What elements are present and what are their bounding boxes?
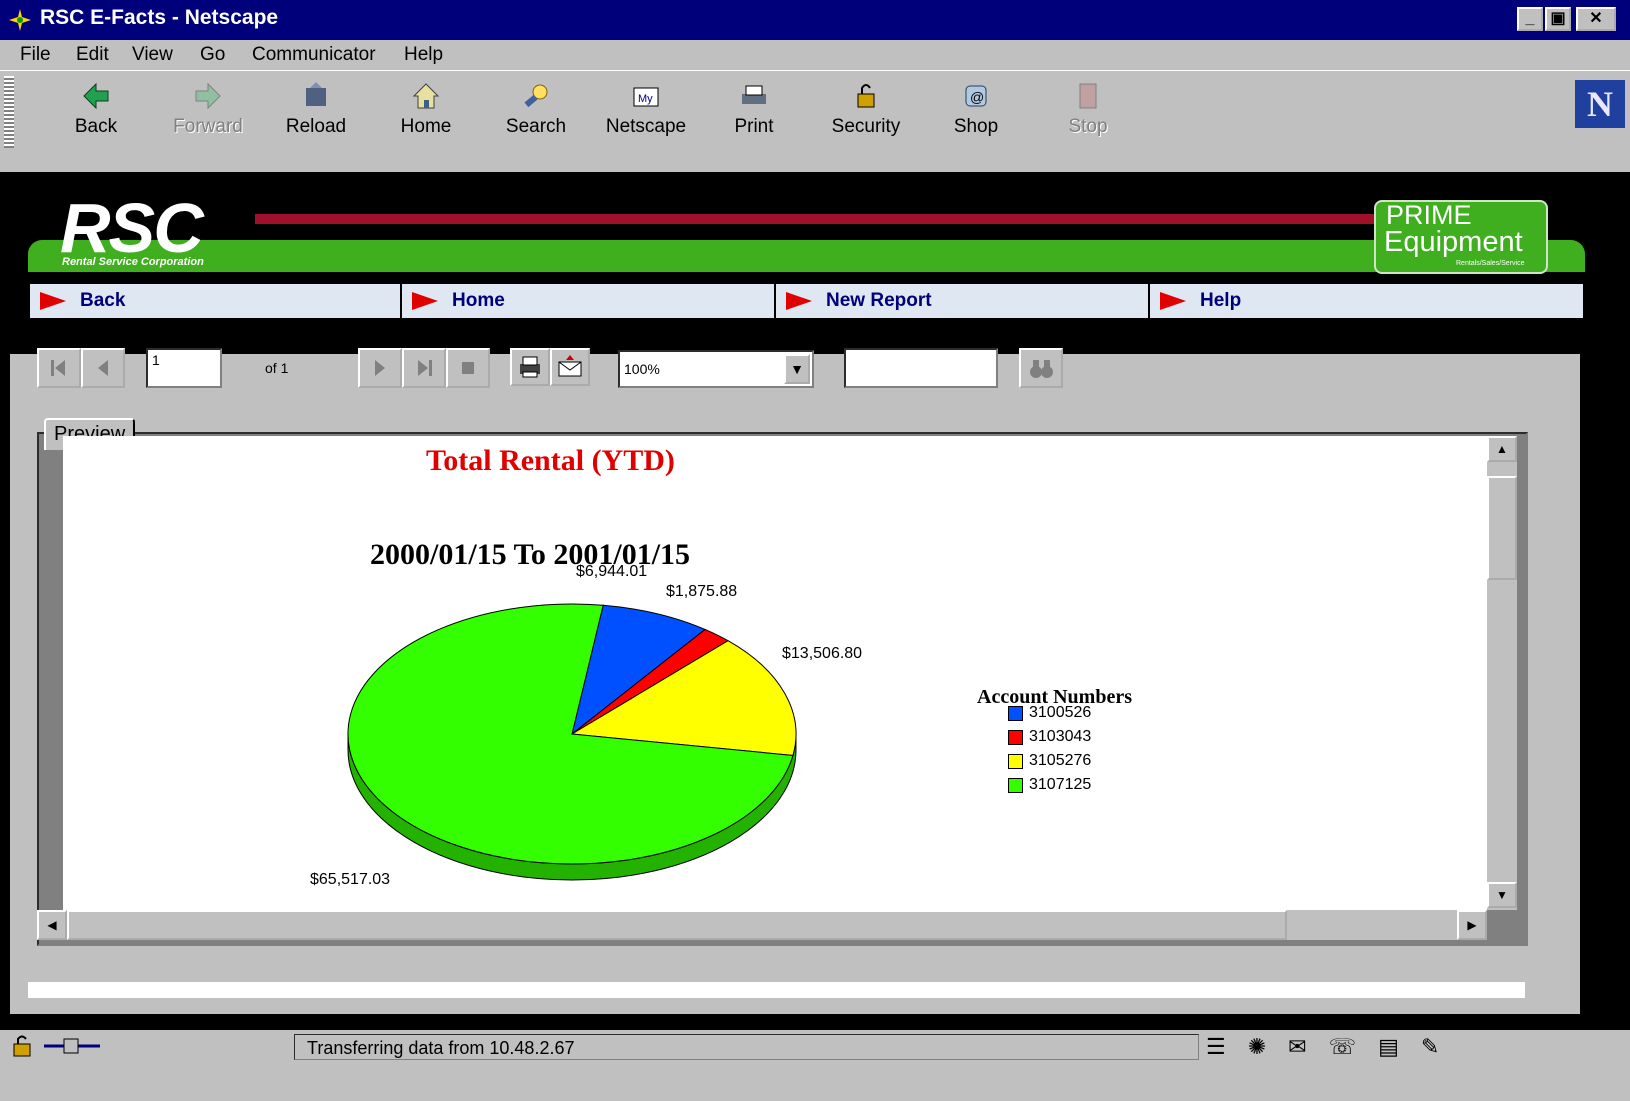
composer-icon[interactable]: ✎ <box>1421 1034 1439 1060</box>
security-lock-icon[interactable] <box>10 1034 40 1058</box>
legend-item: 3103043 <box>1008 728 1091 746</box>
legend-label: 3103043 <box>1029 728 1092 745</box>
netscape-navigator-icon[interactable]: ✺ <box>1248 1034 1266 1060</box>
legend-item: 3105276 <box>1008 752 1091 770</box>
status-text: Transferring data from 10.48.2.67 <box>294 1034 1199 1060</box>
discussion-icon[interactable]: ☏ <box>1329 1034 1357 1060</box>
legend-swatch <box>1008 705 1023 721</box>
legend-label: 3107125 <box>1029 776 1092 793</box>
pie-data-label: $13,506.80 <box>782 645 862 662</box>
pie-data-label: $1,875.88 <box>666 583 737 600</box>
pie-chart: $6,944.01 $1,875.88 $13,506.80 $65,517.03 <box>310 563 862 888</box>
pie-data-label: $65,517.03 <box>310 871 390 888</box>
legend-label: 3105276 <box>1029 752 1092 769</box>
component-bar: ☰ ✺ ✉ ☏ ▤ ✎ <box>1206 1034 1439 1060</box>
navigator-icon[interactable]: ☰ <box>1206 1034 1226 1060</box>
address-book-icon[interactable]: ▤ <box>1378 1034 1399 1060</box>
page-bottom-bar <box>0 1014 1630 1030</box>
legend-swatch <box>1008 729 1023 745</box>
page-footer-strip <box>28 982 1525 998</box>
pie-data-label: $6,944.01 <box>576 563 647 580</box>
legend-swatch <box>1008 777 1023 793</box>
mailbox-icon[interactable]: ✉ <box>1288 1034 1306 1060</box>
legend-label: 3100526 <box>1029 704 1092 721</box>
legend-swatch <box>1008 753 1023 769</box>
legend-item: 3107125 <box>1008 776 1091 794</box>
connection-status-icon[interactable] <box>42 1034 102 1058</box>
legend-item: 3100526 <box>1008 704 1091 722</box>
